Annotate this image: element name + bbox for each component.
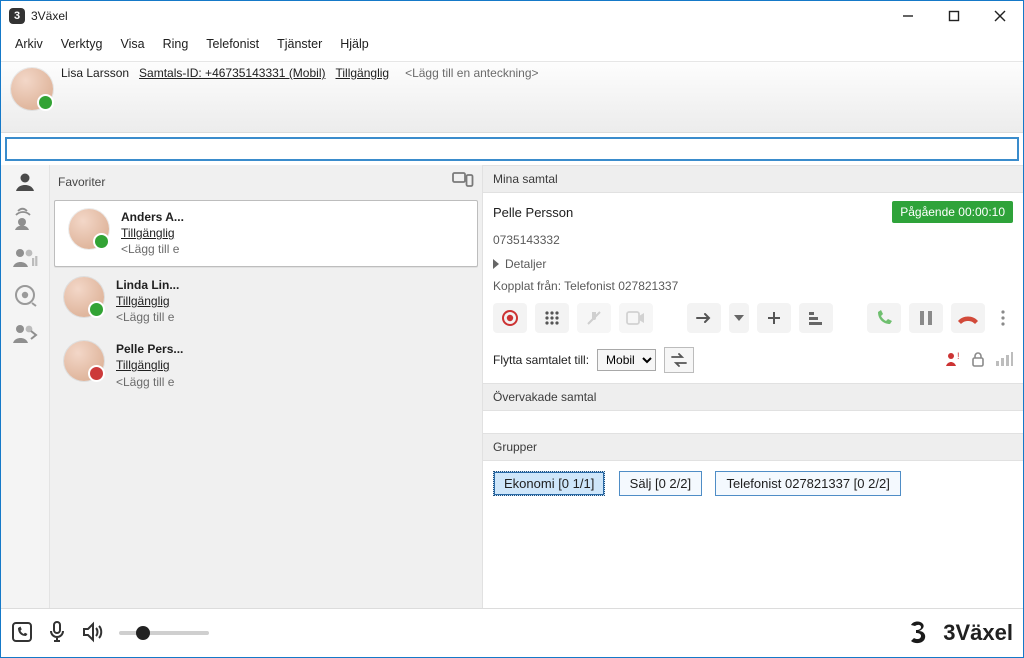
contacts-tab-icon[interactable]: [13, 171, 37, 193]
call-number: 0735143332: [493, 233, 1013, 247]
call-card: Pelle Persson Pågående 00:00:10 07351433…: [483, 193, 1023, 383]
chevron-right-icon: [493, 259, 499, 269]
devices-icon[interactable]: [452, 171, 474, 192]
app-icon: 3: [9, 8, 25, 24]
dialer-icon[interactable]: [11, 621, 33, 646]
move-call-label: Flytta samtalet till:: [493, 353, 589, 367]
menu-visa[interactable]: Visa: [112, 33, 152, 55]
chevron-down-icon: [734, 315, 744, 321]
caller-id-link[interactable]: Samtals-ID: +46735143331 (Mobil): [139, 66, 325, 80]
transfer-button[interactable]: [687, 303, 721, 333]
group-chip[interactable]: Ekonomi [0 1/1]: [493, 471, 605, 496]
park-button[interactable]: [799, 303, 833, 333]
nav-rail: [1, 165, 50, 608]
volume-thumb-icon: [136, 626, 150, 640]
favorite-note[interactable]: <Lägg till e: [116, 374, 183, 390]
hold-button[interactable]: [909, 303, 943, 333]
favorite-item[interactable]: Pelle Pers... Tillgänglig <Lägg till e: [50, 333, 482, 398]
favorite-item[interactable]: Linda Lin... Tillgänglig <Lägg till e: [50, 269, 482, 334]
keypad-button[interactable]: [535, 303, 569, 333]
presence-dot-icon: [93, 233, 110, 250]
favorite-status[interactable]: Tillgänglig: [116, 293, 179, 309]
brand-logo-icon: [901, 616, 935, 650]
person-alert-icon: !: [945, 351, 961, 370]
record-button[interactable]: [493, 303, 527, 333]
presence-dot-icon: [37, 94, 54, 111]
call-status-badge: Pågående 00:00:10: [892, 201, 1013, 223]
menu-ring[interactable]: Ring: [155, 33, 197, 55]
avatar: [64, 277, 104, 317]
queues-tab-icon[interactable]: [11, 245, 39, 269]
transfer-menu-button[interactable]: [729, 303, 749, 333]
answer-button[interactable]: [867, 303, 901, 333]
presence-dot-icon: [88, 365, 105, 382]
minimize-button[interactable]: [885, 1, 931, 31]
add-call-button[interactable]: [757, 303, 791, 333]
brand-text: 3Växel: [943, 620, 1013, 646]
group-chip[interactable]: Sälj [0 2/2]: [619, 471, 702, 496]
callers-tab-icon[interactable]: [12, 207, 38, 231]
favorite-status[interactable]: Tillgänglig: [116, 357, 183, 373]
transfer-tab-icon[interactable]: [11, 321, 39, 345]
section-grupper: Grupper: [483, 433, 1023, 461]
note-hint[interactable]: <Lägg till en anteckning>: [405, 66, 538, 80]
call-name: Pelle Persson: [493, 205, 573, 220]
voice-tab-icon[interactable]: [12, 283, 38, 307]
move-call-select[interactable]: Mobil: [597, 349, 656, 371]
mic-icon[interactable]: [47, 620, 67, 647]
window-title: 3Växel: [31, 9, 68, 23]
speaker-icon[interactable]: [81, 621, 105, 646]
menu-hjalp[interactable]: Hjälp: [332, 33, 377, 55]
mute-button[interactable]: [577, 303, 611, 333]
close-button[interactable]: [977, 1, 1023, 31]
favorite-name: Anders A...: [121, 209, 184, 225]
group-chip[interactable]: Telefonist 027821337 [0 2/2]: [715, 471, 900, 496]
user-name: Lisa Larsson: [61, 66, 129, 80]
hangup-button[interactable]: [951, 303, 985, 333]
favorite-note[interactable]: <Lägg till e: [121, 241, 184, 257]
lock-icon: [971, 351, 985, 370]
favorite-status[interactable]: Tillgänglig: [121, 225, 184, 241]
menu-tjanster[interactable]: Tjänster: [269, 33, 330, 55]
avatar: [64, 341, 104, 381]
menu-arkiv[interactable]: Arkiv: [7, 33, 51, 55]
more-actions-button[interactable]: [993, 303, 1013, 333]
call-controls: [493, 303, 1013, 333]
section-overvakade: Övervakade samtal: [483, 383, 1023, 411]
menu-bar: Arkiv Verktyg Visa Ring Telefonist Tjäns…: [1, 31, 1023, 61]
move-call-button[interactable]: [664, 347, 694, 373]
maximize-button[interactable]: [931, 1, 977, 31]
details-toggle[interactable]: Detaljer: [493, 257, 1013, 271]
section-mina-samtal: Mina samtal: [483, 165, 1023, 193]
favorite-name: Pelle Pers...: [116, 341, 183, 357]
details-label: Detaljer: [505, 257, 546, 271]
favorite-note[interactable]: <Lägg till e: [116, 309, 179, 325]
search-input[interactable]: [5, 137, 1019, 161]
signal-icon: [995, 351, 1013, 370]
svg-text:!: !: [957, 351, 960, 361]
avatar: [69, 209, 109, 249]
favorite-name: Linda Lin...: [116, 277, 179, 293]
presence-dot-icon: [88, 301, 105, 318]
favorites-title: Favoriter: [58, 175, 105, 189]
menu-verktyg[interactable]: Verktyg: [53, 33, 111, 55]
menu-telefonist[interactable]: Telefonist: [198, 33, 267, 55]
connected-from: Kopplat från: Telefonist 027821337: [493, 279, 1013, 293]
video-button[interactable]: [619, 303, 653, 333]
availability-link[interactable]: Tillgänglig: [335, 66, 389, 80]
favorite-item[interactable]: Anders A... Tillgänglig <Lägg till e: [54, 200, 478, 267]
volume-slider[interactable]: [119, 631, 209, 635]
identity-strip: Lisa Larsson Samtals-ID: +46735143331 (M…: [1, 61, 1023, 133]
user-avatar[interactable]: [11, 68, 53, 110]
